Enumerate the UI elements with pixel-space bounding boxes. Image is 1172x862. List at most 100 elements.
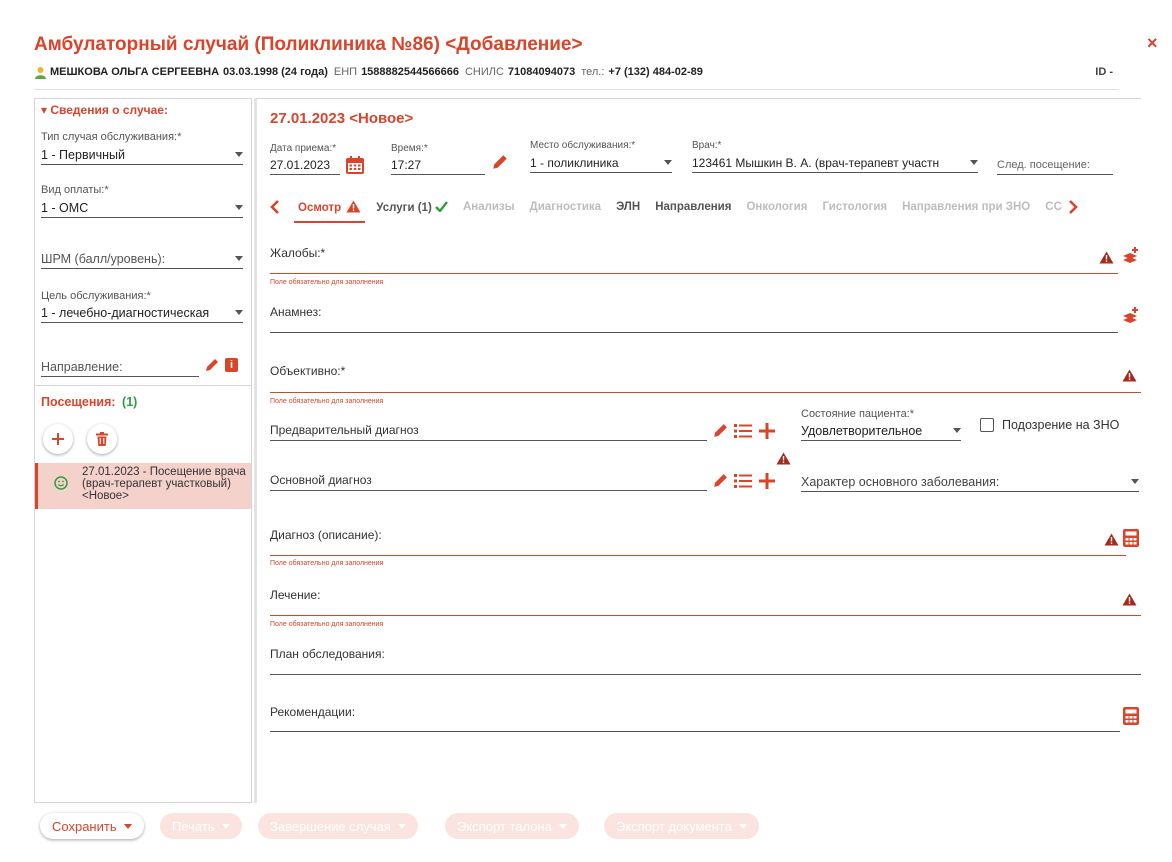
trash-icon <box>96 432 108 446</box>
plus-icon[interactable] <box>758 422 776 440</box>
finish-case-button-label: Завершение случая <box>270 818 391 834</box>
patient-state-value: Удовлетворительное <box>801 423 923 438</box>
payment-select[interactable]: 1 - ОМС <box>41 198 243 218</box>
direction-field[interactable]: Направление: <box>41 357 199 377</box>
treatment-label: Лечение: <box>270 588 321 602</box>
print-button[interactable]: Печать <box>160 813 242 839</box>
tab-oncology[interactable]: Онкология <box>746 201 807 213</box>
snils-value: 71084094073 <box>507 66 576 78</box>
calculator-icon[interactable] <box>1123 529 1139 547</box>
tab-histology[interactable]: Гистология <box>822 201 887 213</box>
place-select[interactable]: 1 - поликлиника <box>530 153 672 173</box>
add-visit-button[interactable] <box>43 424 73 454</box>
export-document-button[interactable]: Экспорт документа <box>604 813 759 839</box>
service-type-select[interactable]: 1 - Первичный <box>41 145 243 165</box>
visit-item-line3: <Новое> <box>82 490 129 502</box>
recommendations-field[interactable] <box>270 731 1120 732</box>
prelim-diagnosis-label: Предварительный диагноз <box>270 423 419 437</box>
list-icon[interactable] <box>734 473 752 489</box>
page-title: Амбулаторный случай (Поликлиника №86) <Д… <box>34 34 583 55</box>
chevron-down-icon <box>953 428 961 433</box>
exam-plan-field[interactable] <box>270 674 1141 675</box>
chevron-down-icon <box>664 160 672 165</box>
template-icon[interactable] <box>1121 306 1141 326</box>
main-disease-nature-label: Характер основного заболевания: <box>801 474 1000 489</box>
tab-zno-referrals[interactable]: Направления при ЗНО <box>902 201 1030 213</box>
zno-checkbox[interactable] <box>980 418 994 432</box>
complaints-field[interactable] <box>270 273 1118 274</box>
time-value: 17:27 <box>391 157 422 172</box>
calculator-icon[interactable] <box>1123 707 1139 725</box>
enp-label: ЕНП <box>333 66 358 78</box>
shrm-select[interactable]: ШРМ (балл/уровень): <box>41 249 243 269</box>
goal-label: Цель обслуживания:* <box>41 290 151 302</box>
chevron-down-icon <box>235 310 243 315</box>
warning-icon <box>1099 251 1114 264</box>
visit-item-line2: (врач-терапевт участковый) <box>82 478 231 490</box>
time-label: Время:* <box>391 143 428 154</box>
print-button-label: Печать <box>172 818 215 834</box>
treatment-field[interactable] <box>270 615 1141 616</box>
plus-icon <box>52 433 64 445</box>
tab-analyses[interactable]: Анализы <box>463 201 515 213</box>
main-diagnosis-label: Основной диагноз <box>270 473 372 487</box>
doctor-value: 123461 Мышкин В. А. (врач-терапевт участ… <box>692 155 940 170</box>
time-input[interactable]: 17:27 <box>391 155 485 175</box>
anamnesis-field[interactable] <box>270 332 1118 333</box>
enp-value: 1588882544566666 <box>361 66 459 78</box>
visits-title: Посещения: (1) <box>41 395 137 409</box>
chevron-right-icon[interactable] <box>1068 200 1078 214</box>
tab-referrals[interactable]: Направления <box>655 201 731 213</box>
pencil-icon[interactable] <box>712 422 729 439</box>
pencil-icon[interactable] <box>712 472 729 489</box>
tab-diagnostics[interactable]: Диагностика <box>530 201 602 213</box>
goal-select[interactable]: 1 - лечебно-диагностическая <box>41 303 243 323</box>
delete-visit-button[interactable] <box>87 424 117 454</box>
chevron-down-icon <box>235 256 243 261</box>
date-label: Дата приема:* <box>270 143 337 154</box>
calendar-icon[interactable] <box>345 155 365 175</box>
chevron-left-icon[interactable] <box>270 200 280 214</box>
finish-case-button[interactable]: Завершение случая <box>258 813 418 839</box>
objective-field[interactable] <box>270 392 1141 393</box>
tab-bar: Осмотр Услуги (1) Анализы Диагностика ЭЛ… <box>270 196 1142 223</box>
warning-icon <box>1104 533 1119 546</box>
tab-eln[interactable]: ЭЛН <box>616 201 640 213</box>
template-icon[interactable] <box>1121 246 1141 266</box>
exam-plan-label: План обследования: <box>270 647 385 661</box>
tab-more[interactable]: СС <box>1045 201 1062 213</box>
tab-services-label: Услуги (1) <box>376 201 432 214</box>
plus-icon[interactable] <box>758 472 776 490</box>
tab-examination[interactable]: Осмотр <box>293 200 366 223</box>
date-input[interactable]: 27.01.2023 <box>270 155 340 175</box>
tab-examination-label: Осмотр <box>298 202 342 214</box>
main-disease-nature-select[interactable]: Характер основного заболевания: <box>801 472 1139 492</box>
chevron-down-icon <box>970 160 978 165</box>
shrm-placeholder: ШРМ (балл/уровень): <box>41 251 166 266</box>
patient-dob: 03.03.1998 (24 года) <box>223 66 328 78</box>
next-visit-input[interactable]: След. посещение: <box>997 155 1113 175</box>
prelim-diagnosis-field[interactable] <box>270 440 707 441</box>
patient-state-select[interactable]: Удовлетворительное <box>801 421 961 441</box>
diagnosis-desc-field[interactable] <box>270 555 1126 556</box>
save-button[interactable]: Сохранить <box>40 813 144 839</box>
pencil-icon[interactable] <box>204 357 220 373</box>
check-icon <box>435 200 448 213</box>
doctor-select[interactable]: 123461 Мышкин В. А. (врач-терапевт участ… <box>692 153 978 173</box>
chevron-down-icon <box>235 152 243 157</box>
visits-title-text: Посещения: <box>41 395 116 409</box>
pencil-icon[interactable] <box>491 153 509 171</box>
phone-label: тел.: <box>581 66 605 78</box>
tab-services[interactable]: Услуги (1) <box>376 200 448 214</box>
zno-checkbox-row[interactable]: Подозрение на ЗНО <box>980 418 1119 432</box>
export-ticket-button[interactable]: Экспорт талона <box>445 813 579 839</box>
case-info-title[interactable]: ▾ Сведения о случае: <box>41 103 168 117</box>
main-diagnosis-field[interactable] <box>270 490 707 491</box>
chevron-down-icon <box>1131 479 1139 484</box>
visit-list-item[interactable]: 27.01.2023 - Посещение врача (врач-терап… <box>35 463 251 509</box>
list-icon[interactable] <box>734 423 752 439</box>
close-icon[interactable]: × <box>1147 33 1158 54</box>
info-icon[interactable]: i <box>225 358 238 372</box>
recommendations-label: Рекомендации: <box>270 705 356 719</box>
treatment-error: Поле обязательно для заполнения <box>270 621 384 628</box>
